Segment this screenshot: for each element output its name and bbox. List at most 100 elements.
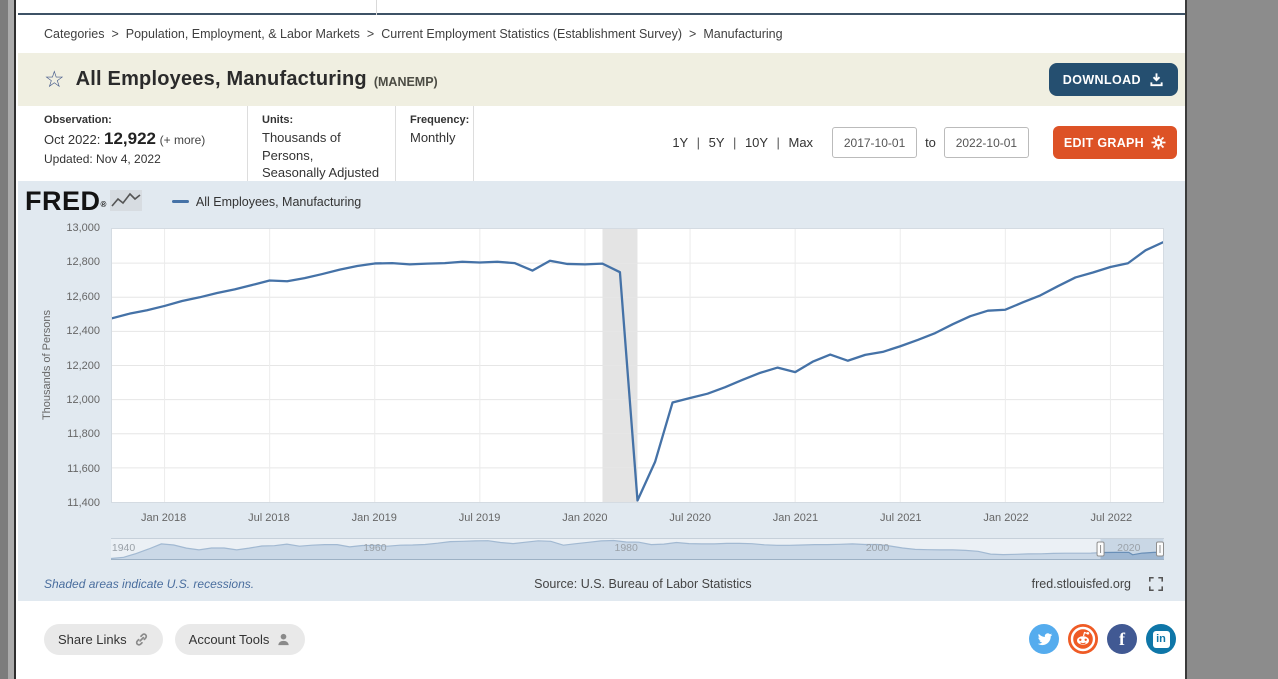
linkedin-in-glyph: in [1153,631,1170,648]
fred-site-link[interactable]: fred.stlouisfed.org [1032,577,1131,591]
window-right-gutter [1185,0,1278,679]
observation-more-link[interactable]: (+ more) [160,133,206,147]
navigator-year-label: 2020 [1107,542,1151,554]
range-preset-1y[interactable]: 1Y [672,135,688,150]
breadcrumb-separator: > [111,27,118,41]
twitter-icon[interactable] [1029,624,1059,654]
frequency-block: Frequency: Monthly [396,106,474,181]
graph-section: FRED ® All Employees, Manufacturing Thou… [18,181,1185,601]
reddit-glyph [1068,624,1098,654]
graph-legend-row: FRED ® All Employees, Manufacturing [25,186,361,217]
date-range-to-label: to [925,135,936,150]
share-links-label: Share Links [58,632,127,647]
x-tick-label: Jul 2018 [234,512,304,524]
fullscreen-button[interactable] [1149,577,1163,591]
units-value-line2: Seasonally Adjusted [262,164,381,182]
account-tools-button[interactable]: Account Tools [175,624,306,655]
breadcrumb-manufacturing[interactable]: Manufacturing [703,27,782,41]
end-date-input[interactable] [944,127,1029,158]
y-tick-label: 12,800 [36,256,100,268]
range-preset-5y[interactable]: 5Y [709,135,725,150]
site-topbar [18,0,1185,15]
breadcrumb-ces-survey[interactable]: Current Employment Statistics (Establish… [381,27,682,41]
y-tick-label: 13,000 [36,222,100,234]
breadcrumb-separator: > [689,27,696,41]
x-tick-label: Jul 2019 [445,512,515,524]
observation-value: 12,922 [104,129,156,148]
x-tick-label: Jul 2021 [866,512,936,524]
preset-separator: | [776,135,779,150]
page-title: All Employees, Manufacturing [76,68,367,91]
x-tick-label: Jul 2022 [1076,512,1146,524]
footer-bar: Share Links Account Tools [18,601,1185,677]
legend-item: All Employees, Manufacturing [172,195,361,209]
x-tick-label: Jan 2021 [760,512,830,524]
y-tick-label: 12,600 [36,291,100,303]
legend-label: All Employees, Manufacturing [196,195,361,209]
y-tick-label: 12,000 [36,394,100,406]
favorite-star-icon[interactable]: ☆ [44,68,65,91]
person-icon [276,632,291,647]
observation-block: Observation: Oct 2022: 12,922 (+ more) U… [44,106,248,181]
line-chart [112,229,1163,502]
window-left-gutter [8,0,16,679]
download-button-label: DOWNLOAD [1063,73,1141,87]
download-icon [1149,72,1164,87]
fred-logo-mark: ® [101,200,107,209]
breadcrumb: Categories > Population, Employment, & L… [18,15,1185,53]
twitter-bird-glyph [1036,631,1053,648]
fullscreen-icon [1149,577,1163,591]
share-links-button[interactable]: Share Links [44,624,163,655]
x-tick-label: Jan 2018 [129,512,199,524]
breadcrumb-categories[interactable]: Categories [44,27,104,41]
fred-logo[interactable]: FRED ® [25,186,142,217]
frequency-value: Monthly [410,129,459,147]
breadcrumb-population-employment[interactable]: Population, Employment, & Labor Markets [126,27,360,41]
y-tick-label: 11,800 [36,428,100,440]
observation-date: Oct 2022: [44,132,100,147]
facebook-f-glyph: f [1119,629,1125,650]
navigator-year-label: 2000 [856,542,900,554]
observation-label: Observation: [44,114,233,126]
facebook-icon[interactable]: f [1107,624,1137,654]
range-controls: 1Y | 5Y | 10Y | Max to EDIT GRAPH [672,126,1177,159]
x-tick-label: Jan 2022 [971,512,1041,524]
fred-logo-chart-icon [110,190,142,211]
navigator-year-label: 1980 [604,542,648,554]
series-meta-row: Observation: Oct 2022: 12,922 (+ more) U… [18,106,1185,181]
range-preset-10y[interactable]: 10Y [745,135,768,150]
x-tick-label: Jan 2019 [339,512,409,524]
graph-notes-row: Shaded areas indicate U.S. recessions. S… [18,577,1185,591]
preset-separator: | [697,135,700,150]
gear-icon [1151,135,1166,150]
range-preset-max[interactable]: Max [789,135,814,150]
series-header: ☆ All Employees, Manufacturing (MANEMP) … [18,53,1185,106]
legend-line-swatch [172,200,189,203]
chart-plot-area[interactable] [111,228,1164,503]
source-note: Source: U.S. Bureau of Labor Statistics [254,577,1032,591]
y-tick-label: 12,400 [36,325,100,337]
navigator-year-label: 1960 [353,542,397,554]
linkedin-icon[interactable]: in [1146,624,1176,654]
x-tick-label: Jan 2020 [550,512,620,524]
units-value-line1: Thousands of Persons, [262,129,381,164]
series-id: (MANEMP) [374,70,438,89]
y-tick-label: 12,200 [36,360,100,372]
preset-separator: | [733,135,736,150]
start-date-input[interactable] [832,127,917,158]
window-left-edge [0,0,8,679]
breadcrumb-separator: > [367,27,374,41]
recession-note-link[interactable]: Shaded areas indicate U.S. recessions. [44,577,254,591]
frequency-label: Frequency: [410,114,459,126]
edit-graph-button[interactable]: EDIT GRAPH [1053,126,1177,159]
reddit-icon[interactable] [1068,624,1098,654]
account-tools-label: Account Tools [189,632,270,647]
fred-page: Categories > Population, Employment, & L… [18,0,1185,679]
download-button[interactable]: DOWNLOAD [1049,63,1178,96]
edit-graph-button-label: EDIT GRAPH [1064,136,1144,150]
link-icon [134,632,149,647]
social-share-row: f in [1029,624,1176,654]
units-block: Units: Thousands of Persons, Seasonally … [248,106,396,181]
observation-updated: Updated: Nov 4, 2022 [44,152,233,166]
y-tick-label: 11,400 [36,497,100,509]
